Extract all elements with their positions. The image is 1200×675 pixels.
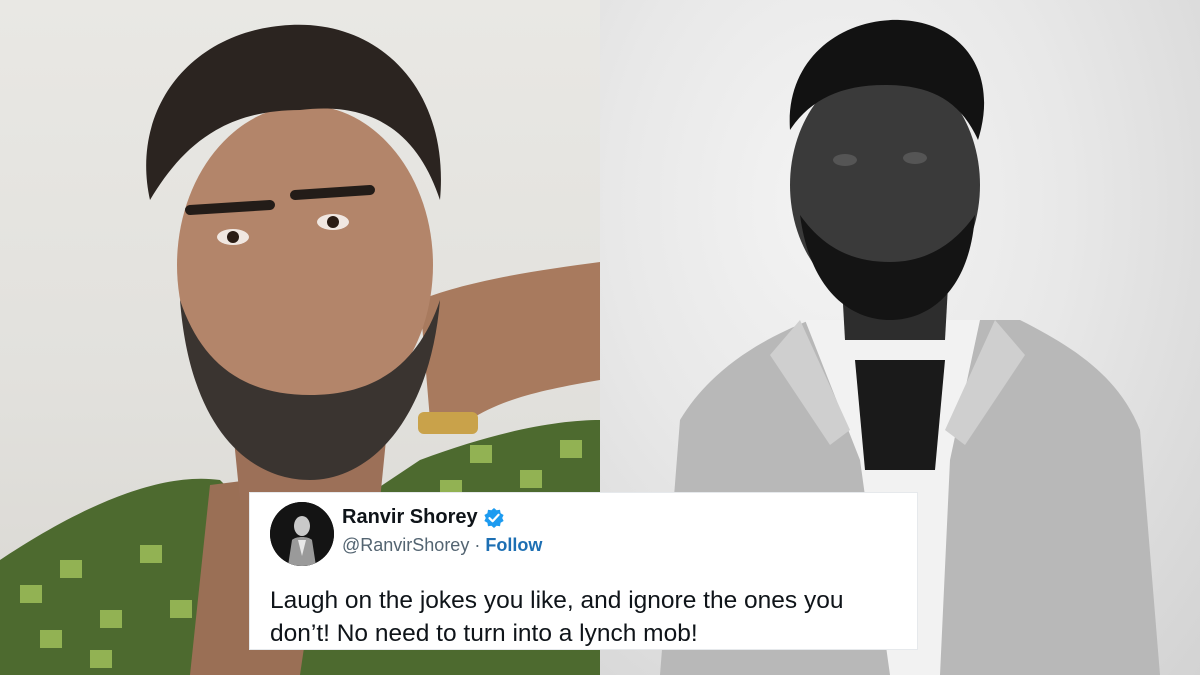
name-row: Ranvir Shorey xyxy=(342,506,505,529)
handle[interactable]: @RanvirShorey xyxy=(342,535,469,556)
display-name[interactable]: Ranvir Shorey xyxy=(342,506,478,529)
avatar-image xyxy=(270,502,334,566)
handle-row: @RanvirShorey · Follow xyxy=(342,535,542,556)
tweet-card: Ranvir Shorey @RanvirShorey · Follow Lau… xyxy=(249,492,918,650)
follow-button[interactable]: Follow xyxy=(485,535,542,556)
tweet-text: Laugh on the jokes you like, and ignore … xyxy=(270,587,844,647)
avatar[interactable] xyxy=(270,502,334,566)
verified-badge-icon xyxy=(484,507,504,528)
separator: · xyxy=(474,535,481,555)
